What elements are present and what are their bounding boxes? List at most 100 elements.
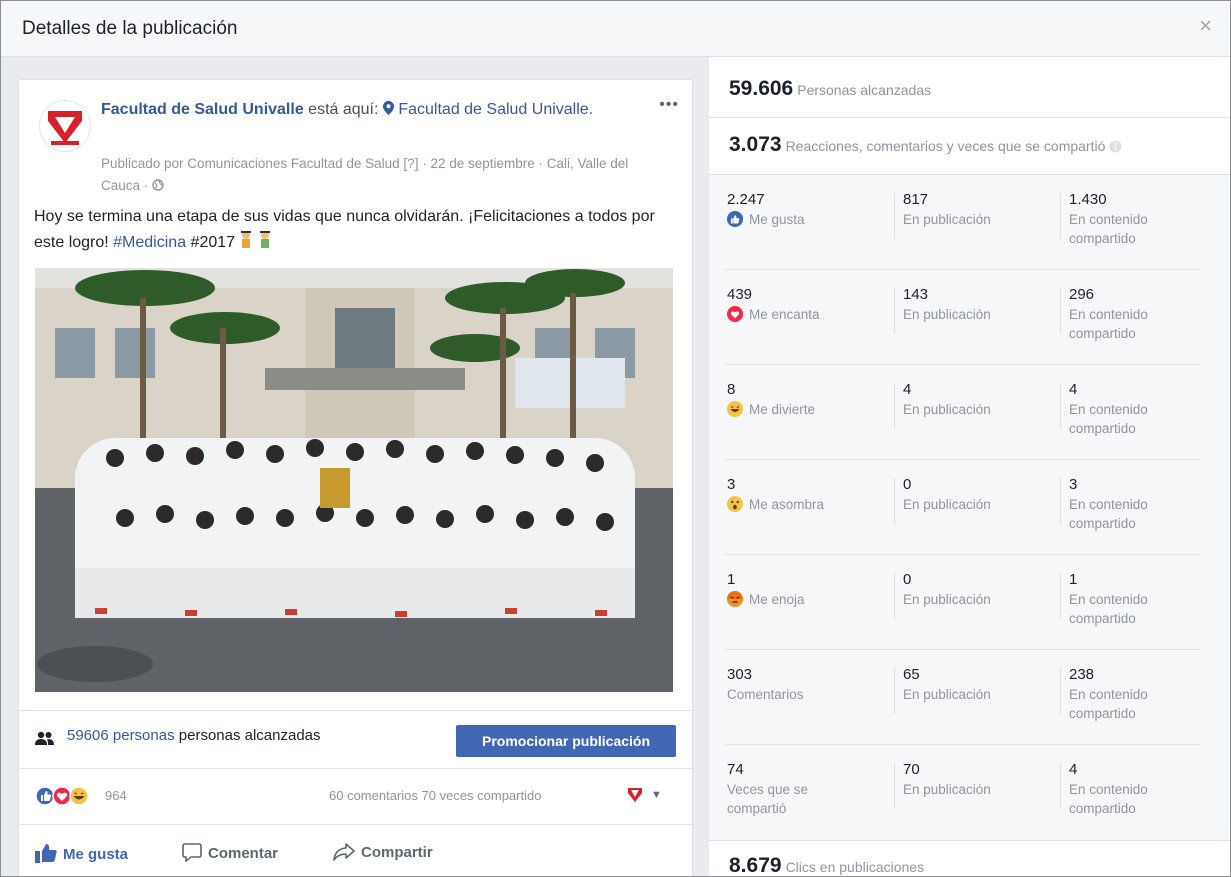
- divider: [709, 840, 1230, 841]
- actions-row: Me gusta Comentar Compartir: [19, 824, 692, 876]
- reach-stat-label: Personas alcanzadas: [797, 82, 932, 98]
- promote-button[interactable]: Promocionar publicación: [456, 725, 676, 757]
- stat-on-post-cell: 4 En publicación: [903, 380, 1023, 419]
- stat-total-cell: 8 Me divierte: [727, 380, 877, 422]
- stat-on-shared-cell: 238 En contenido compartido: [1069, 665, 1179, 723]
- stat-label-text: Me gusta: [749, 212, 805, 227]
- stat-on-post-cell-label: En publicación: [903, 212, 991, 227]
- stat-total-cell: 2.247 Me gusta: [727, 190, 877, 232]
- stat-total-label: Me divierte: [727, 400, 877, 422]
- column-divider: [1060, 668, 1061, 714]
- location-pin-icon: [382, 101, 398, 118]
- like-button[interactable]: Me gusta: [35, 843, 128, 863]
- stat-on-shared-cell-label: En contenido compartido: [1069, 592, 1148, 626]
- reaction-icons[interactable]: [35, 786, 101, 806]
- column-divider: [894, 288, 895, 334]
- stat-total-label: Me enoja: [727, 590, 877, 612]
- column-divider: [894, 763, 895, 809]
- share-button[interactable]: Compartir: [333, 843, 433, 861]
- share-icon: [333, 843, 355, 861]
- stat-on-post-cell-label: En publicación: [903, 592, 991, 607]
- post-meta: Publicado por Comunicaciones Facultad de…: [101, 153, 671, 197]
- graduate-emoji-icon: [241, 231, 252, 248]
- author-link[interactable]: Facultad de Salud Univalle: [101, 101, 304, 118]
- stats-row: 303 Comentarios 65 En publicación 238 En cont…: [709, 650, 1230, 745]
- chevron-down-icon[interactable]: ▼: [651, 789, 662, 801]
- modal-title: Detalles de la publicación: [22, 18, 238, 39]
- stat-total-cell: 74 Veces que se compartió: [727, 760, 847, 818]
- like-label: Me gusta: [63, 846, 129, 863]
- stat-on-shared-cell-label: En contenido compartido: [1069, 402, 1148, 436]
- info-icon[interactable]: [1109, 140, 1122, 153]
- stat-on-shared-cell-value: 238: [1069, 666, 1095, 683]
- reach-suffix: personas alcanzadas: [174, 727, 321, 744]
- column-divider: [894, 478, 895, 524]
- column-divider: [1060, 573, 1061, 619]
- stat-label-text: Veces que se compartió: [727, 782, 809, 816]
- stat-total-label: Veces que se compartió: [727, 780, 847, 818]
- close-icon[interactable]: ×: [1199, 15, 1212, 37]
- stat-label-text: Me divierte: [749, 402, 816, 417]
- stat-total-value: 8: [727, 381, 736, 398]
- stat-on-post-cell-value: 65: [903, 666, 920, 683]
- comment-label: Comentar: [208, 845, 279, 862]
- stat-total-value: 2.247: [727, 191, 765, 208]
- reactions-count[interactable]: 964: [105, 788, 127, 803]
- stat-label-text: Me encanta: [749, 307, 820, 322]
- stat-label-text: Me enoja: [749, 592, 805, 607]
- stat-on-post-cell-value: 817: [903, 191, 929, 208]
- is-here-text: está aquí:: [303, 101, 383, 118]
- comment-icon: [182, 843, 202, 863]
- comment-button[interactable]: Comentar: [182, 843, 279, 863]
- stat-total-value: 74: [727, 761, 744, 778]
- column-divider: [894, 193, 895, 239]
- post-photo[interactable]: [35, 268, 673, 692]
- more-options-icon[interactable]: •••: [659, 96, 679, 114]
- globe-icon: [152, 179, 164, 191]
- column-divider: [894, 383, 895, 429]
- stat-label-text: Me asombra: [749, 497, 825, 512]
- engagement-stat-value: 3.073: [729, 133, 782, 156]
- clicks-stat-value: 8.679: [729, 854, 782, 877]
- stat-total-value: 3: [727, 476, 736, 493]
- wow-reaction-icon: [727, 496, 743, 517]
- stat-on-shared-cell-value: 1.430: [1069, 191, 1107, 208]
- column-divider: [1060, 478, 1061, 524]
- stat-on-post-cell-label: En publicación: [903, 782, 991, 797]
- reach-row: 59606 personas personas alcanzadas Promo…: [19, 710, 692, 769]
- stat-on-shared-cell: 1 En contenido compartido: [1069, 570, 1179, 628]
- stats-row: 8 Me divierte 4 En publicación 4 En contenido…: [709, 365, 1230, 460]
- stat-on-shared-cell: 1.430 En contenido compartido: [1069, 190, 1179, 248]
- stat-total-label: Comentarios: [727, 685, 877, 704]
- stat-total-value: 439: [727, 286, 753, 303]
- reach-stat: 59.606 Personas alcanzadas: [729, 77, 931, 101]
- stat-on-post-cell: 70 En publicación: [903, 760, 1023, 799]
- hashtag-link[interactable]: #Medicina: [113, 234, 186, 251]
- engagement-stat: 3.073 Reacciones, comentarios y veces que…: [729, 133, 1122, 157]
- reach-text: 59606 personas personas alcanzadas: [67, 727, 321, 744]
- post-text-tail: #2017: [186, 234, 236, 251]
- angry-reaction-icon: [727, 591, 743, 612]
- page-logo[interactable]: [39, 100, 91, 152]
- stats-row: 439 Me encanta 143 En publicación 296 En cont…: [709, 270, 1230, 365]
- reach-stat-value: 59.606: [729, 77, 794, 100]
- divider: [709, 117, 1230, 118]
- stat-on-shared-cell-value: 1: [1069, 571, 1078, 588]
- haha-reaction-icon: [727, 401, 743, 422]
- stat-total-label: Me asombra: [727, 495, 877, 517]
- stats-row: 1 Me enoja 0 En publicación 1 En contenido co…: [709, 555, 1230, 650]
- engagement-stat-label: Reacciones, comentarios y veces que se c…: [785, 138, 1106, 154]
- stat-on-shared-cell-value: 4: [1069, 761, 1078, 778]
- stat-on-post-cell: 0 En publicación: [903, 570, 1023, 609]
- stat-on-post-cell: 143 En publicación: [903, 285, 1023, 324]
- stat-on-post-cell-label: En publicación: [903, 402, 991, 417]
- place-link[interactable]: Facultad de Salud Univalle.: [398, 101, 593, 118]
- stat-total-label: Me gusta: [727, 210, 877, 232]
- stat-on-shared-cell: 296 En contenido compartido: [1069, 285, 1179, 343]
- graduate-emoji-icon-2: [259, 231, 270, 248]
- stat-total-value: 303: [727, 666, 753, 683]
- page-avatar-icon[interactable]: [625, 785, 645, 805]
- comments-shares[interactable]: 60 comentarios 70 veces compartido: [329, 788, 541, 803]
- reach-link[interactable]: 59606 personas: [67, 727, 175, 744]
- post-author-line: Facultad de Salud Univalle está aquí: Fa…: [101, 98, 601, 121]
